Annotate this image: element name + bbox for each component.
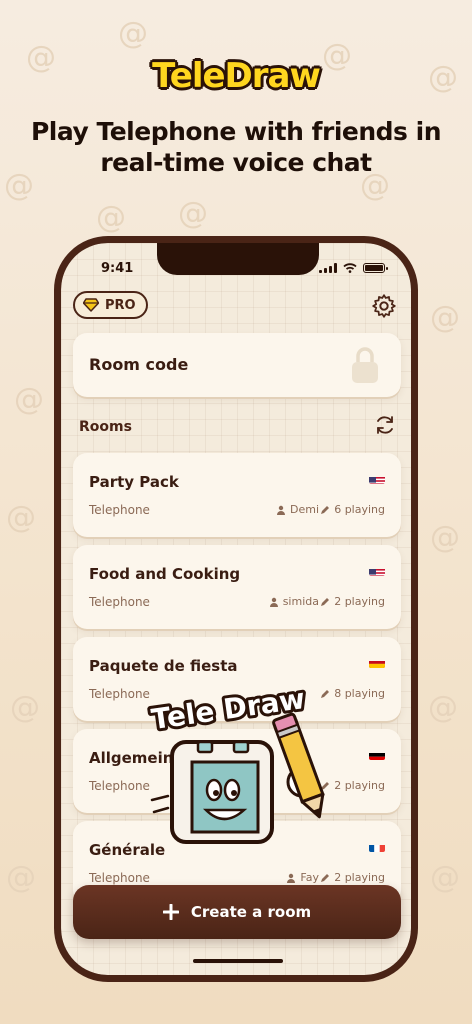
swirl-decoration: @ [14, 382, 44, 417]
pencil-icon [321, 597, 330, 606]
room-players: 2 playing [320, 871, 385, 884]
room-host: Demi [276, 503, 319, 516]
room-host: simida [269, 595, 319, 608]
pro-label: PRO [105, 297, 136, 313]
fr-flag-icon [369, 841, 385, 852]
room-host: Fay [286, 871, 319, 884]
status-time: 9:41 [101, 261, 134, 276]
swirl-decoration: @ [10, 690, 40, 725]
swirl-decoration: @ [430, 520, 460, 555]
app-logo: TeleDraw [152, 56, 321, 96]
phone-notch [157, 243, 319, 275]
tagline-line-1: Play Telephone with friends in [30, 117, 442, 146]
diamond-icon [83, 298, 99, 312]
settings-gear-icon[interactable] [371, 293, 397, 319]
phone-frame: 9:41 PRO Room code Rooms Party Pack Tele… [54, 236, 418, 982]
room-mode: Telephone [89, 503, 150, 517]
create-room-label: Create a room [190, 903, 312, 921]
room-name: Food and Cooking [89, 565, 241, 583]
person-icon [269, 597, 278, 607]
wifi-icon [343, 263, 357, 273]
tagline-line-2: real-time voice chat [100, 148, 372, 177]
person-icon [276, 505, 285, 515]
room-mode: Telephone [89, 871, 150, 885]
swirl-decoration: @ [428, 690, 458, 725]
plus-icon [162, 904, 179, 920]
room-card[interactable]: Food and Cooking Telephone simida 2 play… [73, 545, 401, 629]
room-code-field[interactable]: Room code [73, 333, 401, 397]
room-name: Party Pack [89, 473, 179, 491]
room-players: 6 playing [320, 503, 385, 516]
signal-icon [319, 263, 337, 273]
room-player-count: 2 playing [334, 595, 385, 608]
us-flag-icon [369, 565, 385, 576]
us-flag-icon [369, 473, 385, 484]
room-players: 2 playing [320, 595, 385, 608]
refresh-icon[interactable] [373, 413, 397, 437]
swirl-decoration: @ [118, 16, 148, 51]
de-flag-icon [369, 749, 385, 760]
es-flag-icon [369, 657, 385, 668]
mascot-illustration: Tele Draw Tele Draw [146, 679, 325, 844]
room-player-count: 6 playing [334, 503, 385, 516]
room-mode: Telephone [89, 595, 150, 609]
pencil-icon [321, 873, 330, 882]
room-host-name: Fay [300, 871, 319, 884]
home-indicator [193, 959, 283, 963]
pro-badge[interactable]: PRO [73, 291, 148, 319]
swirl-decoration: @ [430, 300, 460, 335]
room-host-name: simida [282, 595, 319, 608]
room-mode: Telephone [89, 687, 150, 701]
room-host-name: Demi [289, 503, 319, 516]
room-mode: Telephone [89, 779, 150, 793]
rooms-heading: Rooms [79, 419, 132, 435]
lock-icon [352, 347, 378, 383]
person-icon [287, 873, 296, 883]
swirl-decoration: @ [430, 860, 460, 895]
battery-icon [363, 263, 388, 273]
status-icons [319, 263, 388, 273]
swirl-decoration: @ [96, 200, 126, 235]
room-player-count: 2 playing [334, 871, 385, 884]
pencil-icon [321, 505, 330, 514]
room-code-label: Room code [89, 355, 189, 374]
swirl-decoration: @ [6, 860, 36, 895]
swirl-decoration: @ [6, 500, 36, 535]
phone-screen: 9:41 PRO Room code Rooms Party Pack Tele… [61, 243, 411, 975]
room-card[interactable]: Party Pack Telephone Demi 6 playing [73, 453, 401, 537]
tagline: Play Telephone with friends in real-time… [20, 116, 452, 178]
create-room-button[interactable]: Create a room [73, 885, 401, 939]
swirl-decoration: @ [178, 196, 208, 231]
